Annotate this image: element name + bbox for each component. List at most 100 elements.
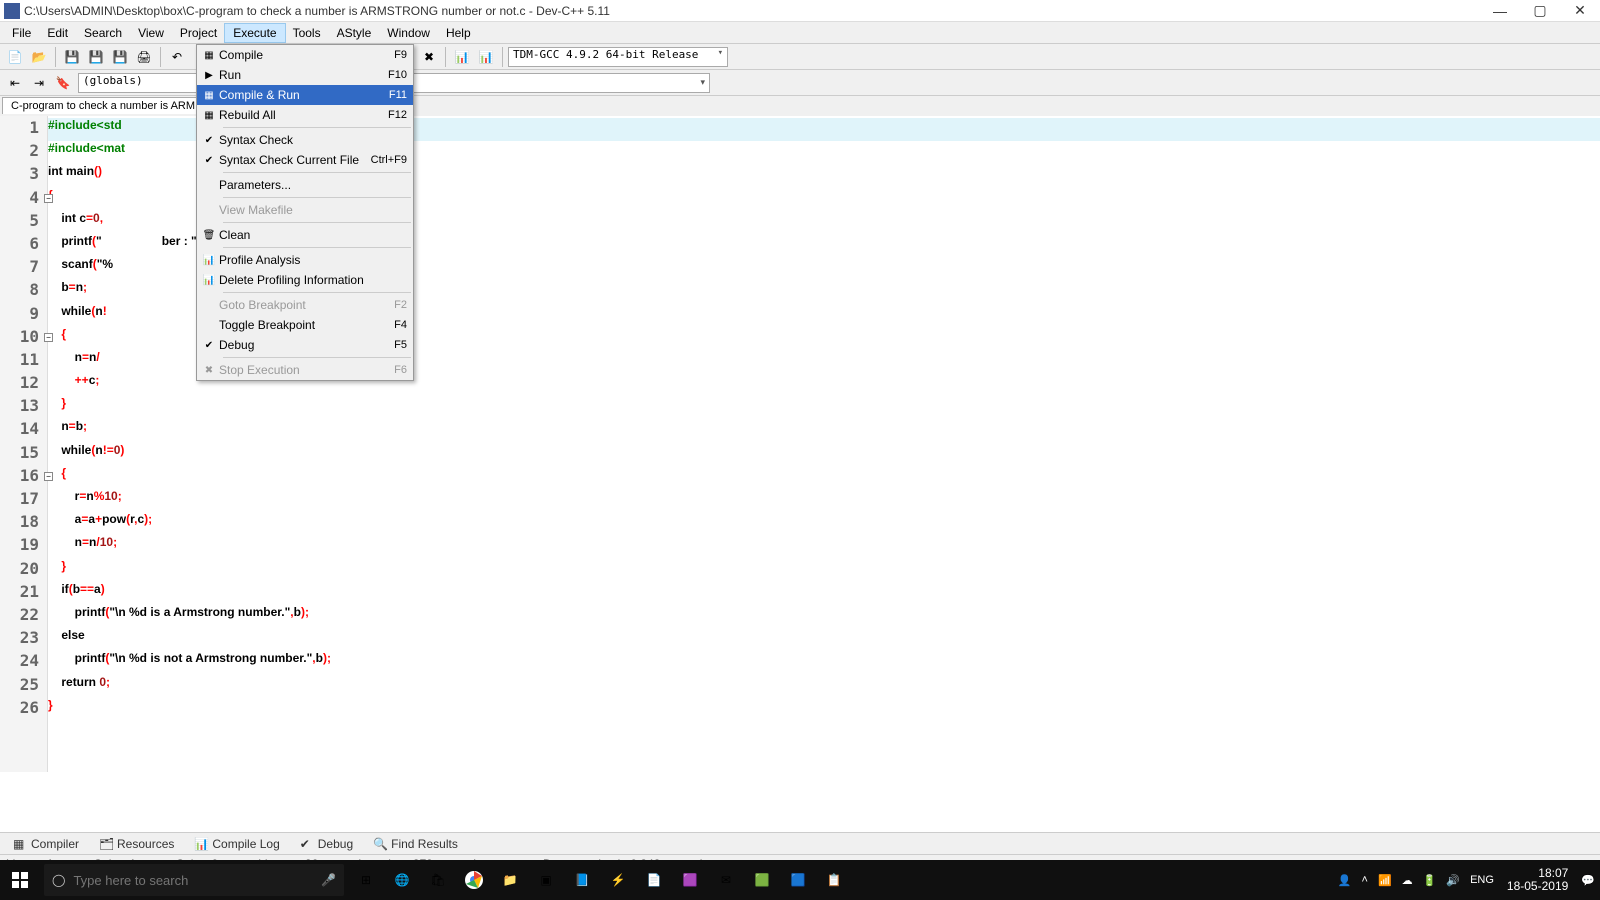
grid-icon: ▦ <box>199 47 219 63</box>
people-icon[interactable]: 👤 <box>1333 874 1357 887</box>
taskbar-clock[interactable]: 18:07 18-05-2019 <box>1499 867 1576 893</box>
volume-icon[interactable]: 🔊 <box>1441 874 1465 887</box>
maximize-button[interactable]: ▢ <box>1520 0 1560 22</box>
trash-icon: 🗑 <box>199 227 219 243</box>
profile-icon[interactable]: 📊 <box>451 46 473 68</box>
search-input[interactable] <box>73 873 321 888</box>
menu-view[interactable]: View <box>130 24 172 42</box>
app-icon-5[interactable]: 🟩 <box>744 860 780 900</box>
open-file-icon[interactable]: 📂 <box>28 46 50 68</box>
tick-icon: ✔ <box>300 837 314 851</box>
menu-item-shortcut: F5 <box>394 339 407 351</box>
mail-icon[interactable]: ✉ <box>708 860 744 900</box>
app-icon-6[interactable]: 📋 <box>816 860 852 900</box>
menu-item-label: Run <box>219 68 388 82</box>
system-tray: 👤 ˄ 📶 ☁ 🔋 🔊 ENG 18:07 18-05-2019 💬 <box>1333 867 1600 893</box>
onedrive-icon[interactable]: ☁ <box>1397 874 1418 887</box>
store-icon[interactable]: 🛍 <box>420 860 456 900</box>
blank-icon <box>199 202 219 218</box>
save-project-icon[interactable]: 💾 <box>109 46 131 68</box>
menu-item-debug[interactable]: ✔DebugF5 <box>197 335 413 355</box>
profile-del-icon[interactable]: 📊 <box>475 46 497 68</box>
language-indicator[interactable]: ENG <box>1465 874 1499 886</box>
notifications-icon[interactable]: 💬 <box>1576 874 1600 887</box>
close-button[interactable]: ✕ <box>1560 0 1600 22</box>
menu-item-rebuild-all[interactable]: ▦Rebuild AllF12 <box>197 105 413 125</box>
chrome-icon[interactable] <box>456 860 492 900</box>
taskbar-search[interactable]: ◯ 🎤 <box>44 864 344 896</box>
menu-window[interactable]: Window <box>379 24 438 42</box>
minimize-button[interactable]: — <box>1480 0 1520 22</box>
symbols-combo[interactable] <box>370 73 710 93</box>
menu-item-label: Syntax Check <box>219 133 407 147</box>
menu-item-shortcut: F4 <box>394 319 407 331</box>
goto-right-icon[interactable]: ⇥ <box>28 72 50 94</box>
devcpp-icon[interactable]: 🟦 <box>780 860 816 900</box>
menu-execute[interactable]: Execute <box>225 24 284 42</box>
menu-item-profile-analysis[interactable]: 📊Profile Analysis <box>197 250 413 270</box>
menu-astyle[interactable]: AStyle <box>329 24 380 42</box>
edge-icon[interactable]: 🌐 <box>384 860 420 900</box>
menu-item-label: Parameters... <box>219 178 407 192</box>
menu-tools[interactable]: Tools <box>285 24 329 42</box>
terminal-icon[interactable]: ▣ <box>528 860 564 900</box>
app-icon-3[interactable]: 📄 <box>636 860 672 900</box>
stop-icon[interactable]: ✖ <box>418 46 440 68</box>
menu-item-label: Compile <box>219 48 394 62</box>
undo-icon[interactable]: ↶ <box>166 46 188 68</box>
task-view-icon[interactable]: ⊞ <box>348 860 384 900</box>
menu-item-stop-execution: ✖Stop ExecutionF6 <box>197 360 413 380</box>
play-icon: ▶ <box>199 67 219 83</box>
wifi-icon[interactable]: 📶 <box>1373 874 1397 887</box>
menu-item-label: Delete Profiling Information <box>219 273 407 287</box>
bookmark-icon[interactable]: 🔖 <box>52 72 74 94</box>
explorer-icon[interactable]: 📁 <box>492 860 528 900</box>
menu-item-syntax-check[interactable]: ✔Syntax Check <box>197 130 413 150</box>
tab-resources[interactable]: 🗂Resources <box>90 834 183 854</box>
menu-item-clean[interactable]: 🗑Clean <box>197 225 413 245</box>
menu-item-label: Profile Analysis <box>219 253 407 267</box>
check-icon: ✔ <box>199 152 219 168</box>
windows-taskbar: ◯ 🎤 ⊞ 🌐 🛍 📁 ▣ 📘 ⚡ 📄 🟪 ✉ 🟩 🟦 📋 👤 ˄ 📶 ☁ 🔋 … <box>0 860 1600 900</box>
menu-edit[interactable]: Edit <box>39 24 76 42</box>
resource-icon: 🗂 <box>99 837 113 851</box>
file-tab[interactable]: C-program to check a number is ARM <box>2 97 204 114</box>
battery-icon[interactable]: 🔋 <box>1418 874 1442 887</box>
line-gutter: 1 2 3 4− 5 6 7 8 9 10− 11 12 13 14 15 16… <box>0 116 48 772</box>
chartx-icon: 📊 <box>199 272 219 288</box>
title-bar: C:\Users\ADMIN\Desktop\box\C-program to … <box>0 0 1600 22</box>
app-icon-4[interactable]: 🟪 <box>672 860 708 900</box>
start-button[interactable] <box>0 860 40 900</box>
menu-item-delete-profiling-information[interactable]: 📊Delete Profiling Information <box>197 270 413 290</box>
menu-item-parameters-[interactable]: Parameters... <box>197 175 413 195</box>
menu-search[interactable]: Search <box>76 24 130 42</box>
menu-item-label: Clean <box>219 228 407 242</box>
mic-icon[interactable]: 🎤 <box>321 873 336 887</box>
menu-file[interactable]: File <box>4 24 39 42</box>
tab-debug[interactable]: ✔Debug <box>291 834 362 854</box>
new-file-icon[interactable]: 📄 <box>4 46 26 68</box>
save-all-icon[interactable]: 💾 <box>85 46 107 68</box>
chevron-up-icon[interactable]: ˄ <box>1357 874 1373 886</box>
goto-left-icon[interactable]: ⇤ <box>4 72 26 94</box>
menu-item-toggle-breakpoint[interactable]: Toggle BreakpointF4 <box>197 315 413 335</box>
app-icon-1[interactable]: 📘 <box>564 860 600 900</box>
menu-item-run[interactable]: ▶RunF10 <box>197 65 413 85</box>
menu-item-syntax-check-current-file[interactable]: ✔Syntax Check Current FileCtrl+F9 <box>197 150 413 170</box>
tab-find-results[interactable]: 🔍Find Results <box>364 834 467 854</box>
menu-item-label: Stop Execution <box>219 363 394 377</box>
print-icon[interactable]: 🖨 <box>133 46 155 68</box>
menu-project[interactable]: Project <box>172 24 225 42</box>
search-icon: 🔍 <box>373 837 387 851</box>
menu-item-compile[interactable]: ▦CompileF9 <box>197 45 413 65</box>
compiler-combo[interactable]: TDM-GCC 4.9.2 64-bit Release <box>508 47 728 67</box>
save-icon[interactable]: 💾 <box>61 46 83 68</box>
gridplay-icon: ▦ <box>199 87 219 103</box>
menu-item-compile-run[interactable]: ▦Compile & RunF11 <box>197 85 413 105</box>
app-icon-2[interactable]: ⚡ <box>600 860 636 900</box>
tab-compiler[interactable]: ▦Compiler <box>4 834 88 854</box>
menu-help[interactable]: Help <box>438 24 479 42</box>
tab-compile-log[interactable]: 📊Compile Log <box>185 834 288 854</box>
blank-icon <box>199 317 219 333</box>
bottom-tabs: ▦Compiler 🗂Resources 📊Compile Log ✔Debug… <box>0 832 1600 854</box>
